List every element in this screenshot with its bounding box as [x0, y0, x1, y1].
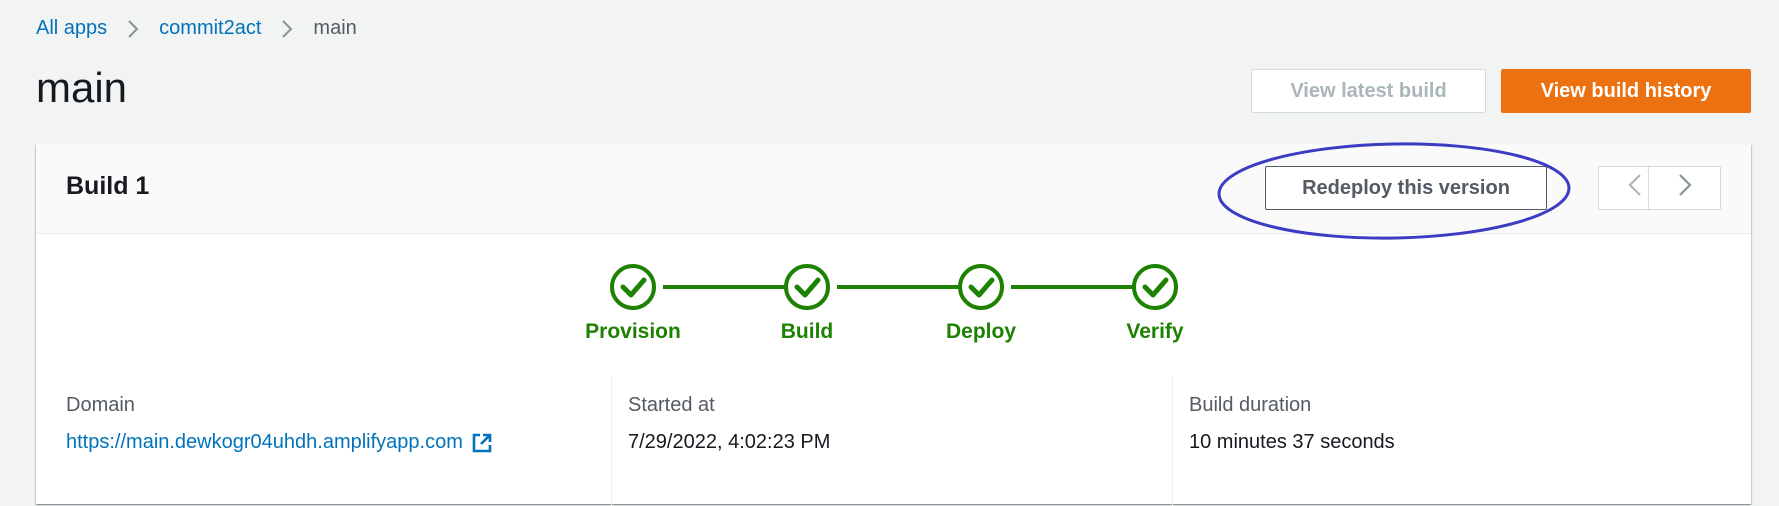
started-at-label: Started at — [628, 394, 715, 416]
breadcrumb-app[interactable]: commit2act — [159, 17, 261, 40]
column-divider — [1172, 376, 1173, 506]
breadcrumb-all-apps[interactable]: All apps — [36, 17, 107, 40]
step-label-build: Build — [780, 320, 834, 343]
domain-url[interactable]: https://main.dewkogr04uhdh.amplifyapp.co… — [66, 431, 463, 454]
chevron-left-icon — [1627, 173, 1642, 203]
started-at-value: 7/29/2022, 4:02:23 PM — [628, 431, 831, 453]
chevron-right-icon — [1678, 173, 1692, 203]
step-label-deploy: Deploy — [945, 320, 1016, 343]
external-link-icon — [471, 432, 493, 454]
build-card: Build 1 Redeploy this version Provision … — [36, 144, 1751, 506]
column-divider — [611, 376, 612, 506]
build-duration-value: 10 minutes 37 seconds — [1189, 431, 1395, 453]
redeploy-button[interactable]: Redeploy this version — [1265, 166, 1547, 210]
breadcrumb-branch: main — [313, 17, 357, 39]
next-build-button[interactable] — [1648, 166, 1721, 210]
page-title: main — [36, 64, 128, 111]
chevron-right-icon — [281, 19, 293, 39]
chevron-right-icon — [127, 19, 139, 39]
stepper-graphic — [610, 264, 1178, 310]
check-circle-icon — [1132, 264, 1178, 310]
domain-label: Domain — [66, 394, 135, 416]
breadcrumb: All apps commit2act main — [36, 17, 357, 40]
view-build-history-button[interactable]: View build history — [1501, 69, 1751, 113]
step-label-provision: Provision — [585, 320, 681, 343]
check-circle-icon — [610, 264, 656, 310]
domain-link[interactable]: https://main.dewkogr04uhdh.amplifyapp.co… — [66, 431, 493, 454]
build-card-header: Build 1 Redeploy this version — [36, 144, 1751, 234]
build-title: Build 1 — [66, 172, 150, 200]
check-circle-icon — [958, 264, 1004, 310]
view-latest-build-button[interactable]: View latest build — [1251, 69, 1486, 113]
build-duration-label: Build duration — [1189, 394, 1312, 416]
check-circle-icon — [784, 264, 830, 310]
step-label-verify: Verify — [1126, 320, 1184, 343]
